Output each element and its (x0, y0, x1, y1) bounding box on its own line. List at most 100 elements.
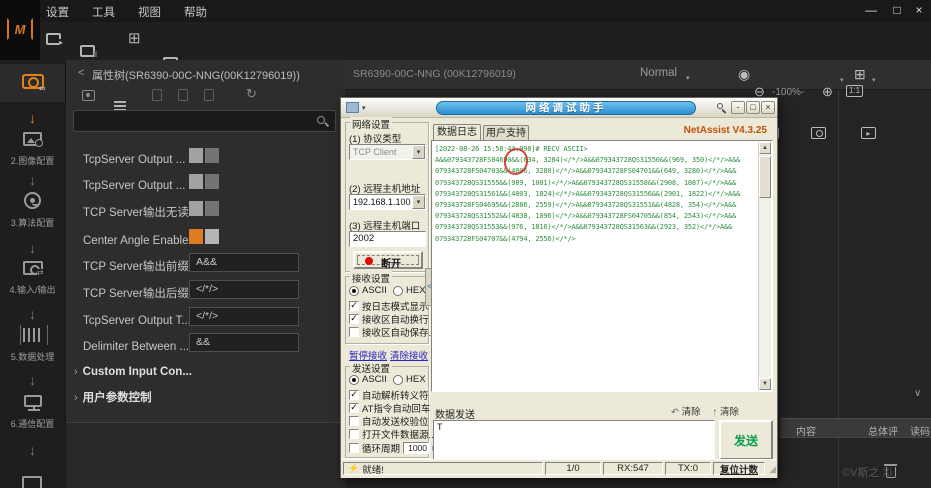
grid-view-icon[interactable]: ⊞ (128, 31, 141, 46)
toggle-switch[interactable] (189, 148, 219, 163)
data-log-area[interactable]: [2022-08-26 15:58:44.098]# RECV ASCII> A… (431, 140, 773, 392)
auto-save-checkbox[interactable]: 接收区自动保存... (349, 325, 436, 339)
network-icon (24, 395, 42, 407)
app-logo: M (0, 0, 40, 60)
toggle-switch[interactable] (189, 174, 219, 189)
mode-select[interactable]: Normal (640, 67, 677, 79)
col-content[interactable]: 内容 (796, 423, 816, 438)
send-button[interactable]: 发送 (719, 420, 773, 460)
log-mode-checkbox[interactable]: ✓按日志模式显示 (349, 299, 429, 313)
pin-icon[interactable] (717, 103, 723, 109)
host-select[interactable]: 192.168.1.100▾ (349, 194, 426, 210)
preview-icon[interactable] (82, 90, 95, 101)
camera-link-icon: ∞ (22, 74, 44, 89)
recv-hex-radio[interactable]: HEX (393, 285, 426, 296)
result-table-header: 内容 总体评 读码 (780, 418, 931, 438)
toggle-switch[interactable] (189, 201, 219, 216)
status-rx: RX:547 (603, 462, 663, 475)
protocol-select[interactable]: TCP Client▾ (349, 144, 426, 160)
clear-receive-link[interactable]: 清除接收 (390, 348, 428, 362)
rail-item-algorithm-config[interactable]: 3.算法配置 (0, 192, 65, 229)
toggle-switch[interactable] (189, 229, 219, 244)
col-overall[interactable]: 总体评 (868, 423, 898, 438)
send-ascii-radio[interactable]: ASCII (349, 374, 387, 385)
chevron-down-icon[interactable]: ∨ (914, 388, 921, 399)
netassist-close-button[interactable]: × (761, 101, 775, 114)
port-input[interactable]: 2002 (349, 231, 426, 247)
netassist-minimize-button[interactable]: - (731, 101, 745, 114)
netassist-maximize-button[interactable]: □ (746, 101, 760, 114)
scroll-down-icon[interactable]: ▼ (759, 378, 771, 390)
at-cr-checkbox[interactable]: ✓AT指令自动回车 (349, 401, 430, 415)
video-record-icon[interactable]: ▸ (861, 127, 876, 139)
back-chevron-icon[interactable]: < (78, 67, 84, 79)
group-custom-input[interactable]: ›Custom Input Con... (74, 362, 192, 380)
snapshot-icon[interactable] (811, 127, 826, 139)
clear-arrow-icon: ↶ (671, 407, 679, 418)
export-config-icon[interactable] (178, 89, 188, 101)
menu-help[interactable]: 帮助 (184, 4, 207, 20)
menu-view[interactable]: 视图 (138, 4, 161, 20)
pause-receive-link[interactable]: 暂停接收 (349, 348, 387, 362)
up-arrow-icon: ↑ (713, 407, 718, 418)
app-minimize-button[interactable]: — (862, 3, 880, 17)
layout-grid-icon[interactable]: ⊞ (854, 66, 866, 82)
log-lines: [2022-08-26 15:58:44.098]# RECV ASCII> A… (435, 144, 756, 245)
netassist-titlebar[interactable]: ▾ 网络调试助手 - □ × (341, 98, 777, 118)
send-input[interactable]: T (433, 420, 715, 460)
terminator-input[interactable]: </*/> (189, 307, 299, 326)
send-settings-group: 发送设置 ASCII HEX ✓自动解析转义符 ✓AT指令自动回车 自动发送校验… (345, 366, 429, 458)
actual-size-button[interactable]: 1:1 (846, 85, 863, 97)
group-user-params[interactable]: ›用户参数控制 (74, 388, 152, 406)
rail-item-camera-connect[interactable]: ∞ (0, 64, 65, 102)
ready-icon: ⚡ (348, 463, 359, 474)
app-maximize-button[interactable]: □ (888, 3, 906, 17)
loop-period-input[interactable]: 1000 (403, 442, 429, 454)
loop-period-checkbox[interactable]: 循环周期 1000 ms (349, 441, 445, 455)
menu-settings[interactable]: 设置 (46, 4, 69, 20)
log-scrollbar[interactable]: ▲ ▼ (758, 142, 771, 390)
reset-count-button[interactable]: 复位计数 (713, 462, 765, 475)
chevron-down-icon: ▾ (872, 76, 876, 84)
col-readcode[interactable]: 读码 (910, 423, 930, 438)
tab-data-log[interactable]: 数据日志 (433, 124, 481, 140)
menu-tools[interactable]: 工具 (92, 4, 115, 20)
pause-icon[interactable]: ‖ (80, 45, 95, 57)
chevron-down-icon[interactable]: ▾ (362, 104, 366, 112)
scroll-up-icon[interactable]: ▲ (759, 142, 771, 154)
auto-wrap-checkbox[interactable]: ✓接收区自动换行 (349, 312, 429, 326)
import-config-icon[interactable] (152, 89, 162, 101)
app-toolbar (40, 22, 931, 60)
rail-item-image-config[interactable]: 2.图像配置 (0, 132, 65, 167)
auto-escape-checkbox[interactable]: ✓自动解析转义符 (349, 388, 429, 402)
host-label: (2) 远程主机地址 (349, 181, 420, 195)
search-input[interactable] (73, 110, 336, 132)
flow-arrow-icon: ↓ (0, 172, 65, 188)
prefix-input[interactable]: A&& (189, 253, 299, 272)
delimiter-input[interactable]: && (189, 333, 299, 352)
checksum-checkbox[interactable]: 自动发送校验位 (349, 414, 429, 428)
run-icon[interactable]: ▸ (46, 33, 61, 45)
zoom-in-button[interactable]: ⊕ (822, 84, 833, 100)
rail-item-comm-config[interactable]: 6.通信配置 (0, 395, 65, 430)
resize-grip-icon[interactable]: ◢ (769, 464, 776, 475)
app-close-button[interactable]: × (910, 3, 928, 17)
search-icon (317, 116, 325, 124)
rail-item-input-output[interactable]: 4.输入/输出 (0, 261, 65, 296)
send-hex-radio[interactable]: HEX (393, 374, 426, 385)
scroll-thumb[interactable] (759, 156, 771, 198)
save-config-icon[interactable] (204, 89, 214, 101)
tab-user-support[interactable]: 用户支持 (483, 125, 529, 141)
disconnect-button[interactable]: 断开 (353, 251, 423, 269)
clear-input-button[interactable]: ↶ 清除 (671, 404, 701, 418)
rail-item-data-processing[interactable]: 5.数据处理 (0, 328, 65, 363)
recv-ascii-radio[interactable]: ASCII (349, 285, 387, 296)
record-icon[interactable]: ◉ (738, 66, 750, 82)
device-tab[interactable]: SR6390-00C-NNG (00K12796019) (353, 68, 516, 80)
file-source-checkbox[interactable]: 打开文件数据源... (349, 427, 436, 441)
suffix-input[interactable]: </*/> (189, 280, 299, 299)
refresh-icon[interactable]: ↻ (246, 86, 257, 102)
next-step-icon[interactable] (22, 476, 42, 488)
clear-display-button[interactable]: ↑ 清除 (713, 404, 739, 418)
property-row: TcpServer Output ... (83, 176, 185, 194)
